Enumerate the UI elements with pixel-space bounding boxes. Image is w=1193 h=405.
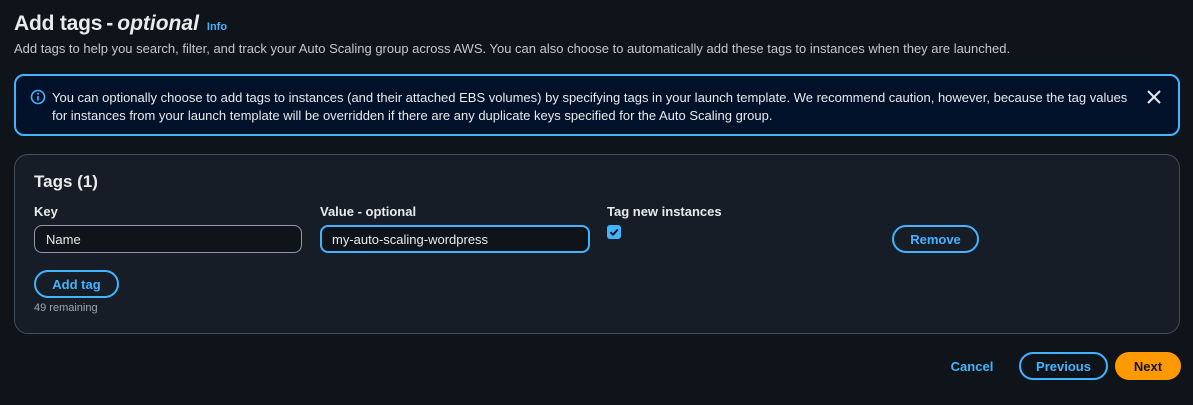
- info-circle-icon: [30, 89, 46, 105]
- value-label: Value - optional: [320, 204, 417, 219]
- tag-value-input[interactable]: [320, 225, 590, 253]
- page-description: Add tags to help you search, filter, and…: [14, 41, 1011, 56]
- tags-heading: Tags (1): [34, 172, 98, 191]
- remove-tag-button[interactable]: Remove: [892, 225, 979, 253]
- info-alert: You can optionally choose to add tags to…: [14, 74, 1180, 136]
- alert-text: You can optionally choose to add tags to…: [52, 90, 1128, 123]
- tags-panel: Tags (1) Key Value - optional Tag new in…: [14, 154, 1180, 334]
- title-optional: optional: [117, 12, 199, 35]
- tag-key-input[interactable]: [34, 225, 302, 253]
- tag-new-instances-checkbox[interactable]: [607, 225, 621, 239]
- remaining-count: 49 remaining: [34, 302, 98, 314]
- page-title: Add tags: [14, 12, 103, 35]
- title-separator: -: [106, 12, 114, 35]
- checkmark-icon: [609, 228, 619, 237]
- tag-new-instances-label: Tag new instances: [607, 204, 722, 219]
- add-tag-button[interactable]: Add tag: [34, 270, 119, 298]
- info-link[interactable]: Info: [207, 21, 227, 33]
- previous-button[interactable]: Previous: [1019, 352, 1108, 380]
- next-button[interactable]: Next: [1115, 352, 1181, 380]
- cancel-button[interactable]: Cancel: [940, 352, 1004, 380]
- key-label: Key: [34, 204, 58, 219]
- title-row: Add tags - optional Info: [14, 12, 227, 36]
- close-icon[interactable]: [1144, 87, 1164, 107]
- add-tags-page: Add tags - optional Info Add tags to hel…: [0, 0, 1193, 405]
- page-header: Add tags - optional Info: [14, 12, 227, 36]
